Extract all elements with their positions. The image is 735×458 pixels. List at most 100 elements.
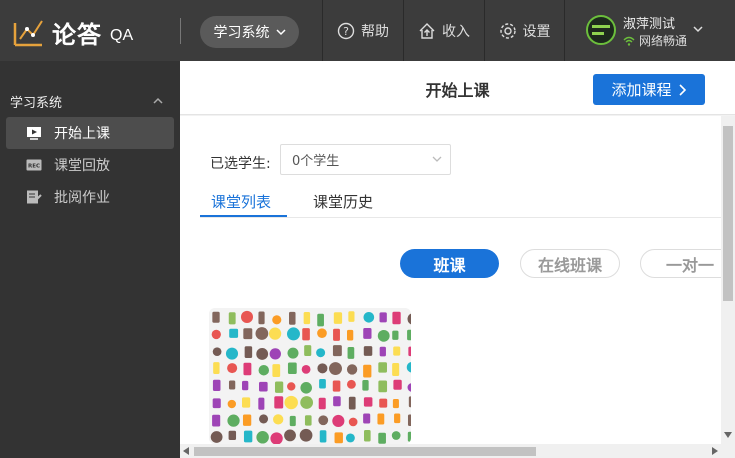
home-upload-icon bbox=[419, 22, 435, 39]
page-header: 开始上课 添加课程 bbox=[180, 61, 735, 115]
thumbnail-decor-shape bbox=[259, 381, 268, 392]
student-select[interactable]: 0个学生 bbox=[280, 144, 451, 175]
wifi-icon bbox=[623, 36, 635, 46]
scrollbar-thumb[interactable] bbox=[194, 447, 536, 456]
thumbnail-decor-shape bbox=[332, 345, 342, 357]
thumbnail-decor-shape bbox=[317, 313, 324, 327]
thumbnail-decor-shape bbox=[212, 398, 221, 409]
app-logo[interactable]: 论答 QA bbox=[12, 14, 172, 50]
thumbnail-decor-shape bbox=[274, 381, 284, 393]
help-button[interactable]: ? 帮助 bbox=[322, 0, 403, 61]
thumbnail-decor-shape bbox=[258, 364, 270, 376]
thumbnail-decor-shape bbox=[225, 347, 239, 360]
horizontal-scrollbar[interactable] bbox=[180, 444, 735, 458]
thumbnail-decor-shape bbox=[379, 398, 388, 408]
income-label: 收入 bbox=[442, 23, 470, 40]
thumbnail-decor-shape bbox=[300, 382, 312, 394]
thumbnail-decor-shape bbox=[334, 432, 343, 444]
logo-text: 论答 bbox=[52, 20, 102, 49]
thumbnail-decor-shape bbox=[289, 415, 296, 427]
user-name: 淑萍测试 bbox=[623, 17, 676, 32]
network-status-text: 网络畅通 bbox=[639, 34, 688, 48]
chevron-up-icon[interactable] bbox=[153, 97, 163, 105]
rec-icon: REC bbox=[26, 159, 42, 171]
thumbnail-decor-shape bbox=[269, 348, 281, 360]
sidebar-item-replay[interactable]: REC 课堂回放 bbox=[6, 149, 174, 181]
thumbnail-decor-shape bbox=[363, 364, 372, 378]
thumbnail-decor-shape bbox=[319, 379, 326, 389]
user-menu[interactable]: 淑萍测试 网络畅通 bbox=[564, 0, 735, 61]
class-type-one-on-one[interactable]: 一对一 bbox=[640, 249, 721, 278]
thumbnail-decor-shape bbox=[362, 379, 369, 391]
thumbnail-decor-shape bbox=[256, 348, 269, 360]
thumbnail-decor-shape bbox=[243, 362, 252, 376]
thumbnail-decor-shape bbox=[212, 311, 220, 323]
thumbnail-decor-shape bbox=[304, 415, 312, 426]
top-bar: 论答 QA 学习系统 ? 帮助 收入 设置 淑萍测试 网络畅通 bbox=[0, 0, 735, 61]
thumbnail-decor-shape bbox=[408, 346, 411, 357]
thumbnail-decor-shape bbox=[363, 397, 373, 407]
main-content: 已选学生: 0个学生 课堂列表 课堂历史 班课 在线班课 一对一 bbox=[180, 116, 721, 444]
vertical-scrollbar[interactable] bbox=[721, 116, 735, 444]
gear-icon bbox=[499, 22, 516, 39]
scroll-down-arrow-icon[interactable] bbox=[724, 432, 732, 438]
scroll-left-arrow-icon[interactable] bbox=[183, 447, 189, 455]
thumbnail-decor-shape bbox=[348, 311, 355, 322]
thumbnail-decor-shape bbox=[258, 397, 265, 410]
settings-label: 设置 bbox=[522, 23, 551, 40]
thumbnail-decor-shape bbox=[333, 328, 340, 341]
thumbnail-decor-shape bbox=[407, 431, 411, 442]
thumbnail-decor-shape bbox=[392, 398, 399, 409]
thumbnail-decor-shape bbox=[272, 364, 281, 378]
tab-class-list[interactable]: 课堂列表 bbox=[211, 191, 271, 212]
thumbnail-decor-shape bbox=[333, 396, 341, 407]
thumbnail-decor-shape bbox=[227, 414, 240, 427]
thumbnail-decor-shape bbox=[303, 311, 311, 325]
sidebar-item-homework[interactable]: 批阅作业 bbox=[6, 181, 174, 213]
thumbnail-decor-shape bbox=[393, 346, 401, 356]
thumbnail-decor-shape bbox=[287, 362, 297, 374]
chevron-down-icon bbox=[275, 29, 286, 36]
thumbnail-decor-shape bbox=[211, 329, 221, 340]
income-button[interactable]: 收入 bbox=[403, 0, 484, 61]
add-course-button[interactable]: 添加课程 bbox=[593, 74, 705, 105]
thumbnail-decor-shape bbox=[332, 380, 341, 392]
thumbnail-decor-shape bbox=[363, 346, 373, 356]
thumbnail-decor-shape bbox=[407, 414, 411, 426]
edit-doc-icon bbox=[27, 190, 42, 204]
thumbnail-decor-shape bbox=[364, 430, 371, 442]
tabs-divider bbox=[200, 217, 721, 218]
thumbnail-decor-shape bbox=[227, 363, 238, 374]
tab-class-history[interactable]: 课堂历史 bbox=[313, 191, 373, 212]
thumbnail-decor-shape bbox=[363, 311, 375, 323]
network-status: 网络畅通 bbox=[623, 32, 687, 49]
system-switch-button[interactable]: 学习系统 bbox=[200, 16, 299, 48]
scroll-right-arrow-icon[interactable] bbox=[712, 447, 718, 455]
course-thumbnail-image[interactable] bbox=[209, 308, 411, 444]
thumbnail-decor-shape bbox=[272, 315, 282, 325]
thumbnail-decor-shape bbox=[348, 396, 356, 410]
thumbnail-decor-shape bbox=[332, 414, 345, 428]
class-type-online[interactable]: 在线班课 bbox=[520, 249, 620, 278]
chevron-down-icon bbox=[693, 26, 703, 33]
sidebar-item-start-class[interactable]: 开始上课 bbox=[6, 117, 174, 149]
thumbnail-decor-shape bbox=[242, 397, 251, 408]
thumbnail-decor-shape bbox=[392, 363, 400, 376]
thumbnail-decor-shape bbox=[227, 399, 237, 409]
settings-button[interactable]: 设置 bbox=[484, 0, 564, 61]
thumbnail-decor-shape bbox=[301, 364, 311, 374]
thumbnail-decor-shape bbox=[256, 431, 269, 444]
thumbnail-decor-shape bbox=[213, 362, 220, 375]
thumbnail-decor-shape bbox=[255, 327, 269, 340]
svg-text:?: ? bbox=[343, 25, 349, 38]
thumbnail-decor-shape bbox=[299, 428, 313, 442]
thumbnail-decor-shape bbox=[379, 312, 387, 323]
class-type-group[interactable]: 班课 bbox=[400, 249, 499, 278]
thumbnail-decor-shape bbox=[329, 362, 342, 376]
scrollbar-thumb[interactable] bbox=[723, 126, 733, 301]
thumbnail-decor-shape bbox=[229, 328, 239, 338]
thumbnail-decor-shape bbox=[228, 380, 236, 390]
sidebar-item-label: 课堂回放 bbox=[54, 158, 110, 174]
sidebar: 学习系统 开始上课 REC 课堂回放 批阅作业 bbox=[0, 61, 180, 458]
thumbnail-decor-shape bbox=[408, 396, 411, 408]
